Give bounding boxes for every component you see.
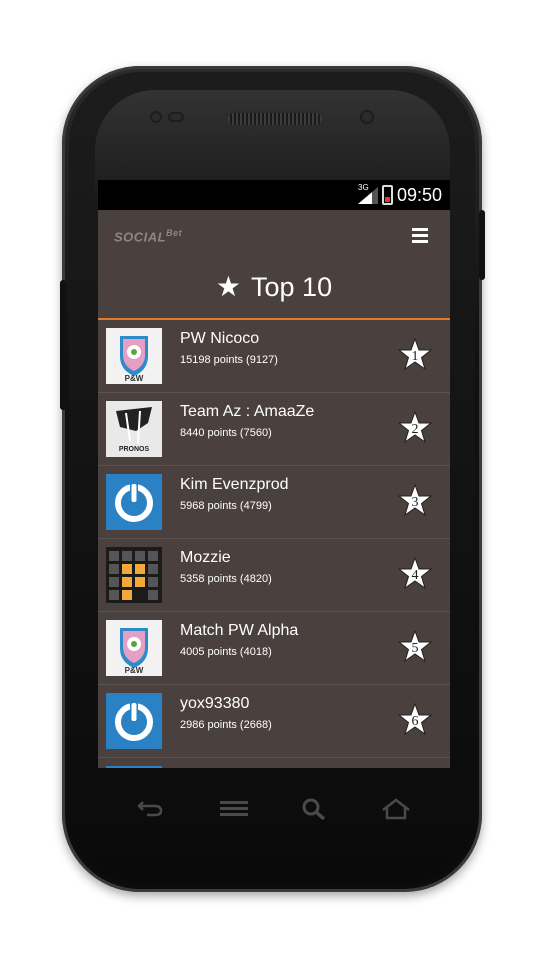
list-item[interactable]: P&W PW Nicoco 15198 points (9127) 1 — [98, 320, 450, 393]
proximity-sensor — [150, 111, 162, 123]
svg-text:P&W: P&W — [125, 374, 144, 383]
avatar — [106, 547, 162, 603]
player-name: Kim Evenzprod — [180, 476, 289, 493]
list-item[interactable]: P&W Match PW Alpha 4005 points (4018) 5 — [98, 612, 450, 685]
power-button — [479, 210, 485, 280]
search-icon[interactable] — [302, 798, 326, 820]
app-logo: SOCIALBet — [114, 228, 183, 245]
avatar — [106, 474, 162, 530]
clock: 09:50 — [396, 185, 442, 205]
svg-text:P&W: P&W — [125, 666, 144, 675]
player-name: Team Az : AmaaZe — [180, 403, 315, 420]
earpiece-speaker — [228, 113, 322, 125]
player-points: 15198 points (9127) — [180, 354, 278, 366]
star-icon: ★ — [215, 271, 242, 302]
light-sensor — [168, 112, 184, 122]
player-name: Match PW Alpha — [180, 622, 299, 639]
avatar — [106, 693, 162, 749]
player-name: yox93380 — [180, 695, 250, 712]
front-camera — [360, 110, 374, 124]
player-name: PW Nicoco — [180, 330, 260, 347]
player-name: Mozzie — [180, 549, 231, 566]
avatar: P&W — [106, 328, 162, 384]
menu-hardware-icon[interactable] — [220, 798, 248, 818]
signal-icon — [358, 187, 378, 204]
avatar: PRONOS — [106, 401, 162, 457]
back-icon[interactable] — [137, 798, 163, 818]
home-icon[interactable] — [381, 798, 411, 820]
list-item[interactable]: yox93380 2986 points (2668) 6 — [98, 685, 450, 758]
menu-icon[interactable] — [412, 228, 428, 244]
rank-star-icon: 1 — [398, 338, 432, 372]
player-points: 4005 points (4018) — [180, 646, 272, 658]
rank-star-icon: 2 — [398, 411, 432, 445]
rank-star-icon: 6 — [398, 703, 432, 737]
avatar: P&W — [106, 620, 162, 676]
player-points: 5968 points (4799) — [180, 500, 272, 512]
player-points: 5358 points (4820) — [180, 573, 272, 585]
screen: 3G 09:50 SOCIALBet ★ Top 10 P&W PW Nicoc… — [98, 180, 450, 768]
avatar — [106, 766, 162, 768]
player-points: 2986 points (2668) — [180, 719, 272, 731]
status-bar: 3G 09:50 — [98, 180, 450, 210]
list-item[interactable]: Mozzie 5358 points (4820) 4 — [98, 539, 450, 612]
volume-button — [60, 280, 66, 410]
rank-star-icon: 5 — [398, 630, 432, 664]
leaderboard-list: P&W PW Nicoco 15198 points (9127) 1 PRON… — [98, 320, 450, 768]
page-title: ★ Top 10 — [215, 271, 333, 302]
rank-star-icon: 3 — [398, 484, 432, 518]
battery-icon — [382, 185, 393, 205]
app-header: SOCIALBet ★ Top 10 — [98, 210, 450, 320]
rank-star-icon: 4 — [398, 557, 432, 591]
list-item[interactable]: PRONOS Team Az : AmaaZe 8440 points (756… — [98, 393, 450, 466]
player-points: 8440 points (7560) — [180, 427, 272, 439]
list-item[interactable]: Kim Evenzprod 5968 points (4799) 3 — [98, 466, 450, 539]
svg-text:PRONOS: PRONOS — [119, 446, 150, 453]
list-item-partial[interactable] — [98, 758, 450, 768]
